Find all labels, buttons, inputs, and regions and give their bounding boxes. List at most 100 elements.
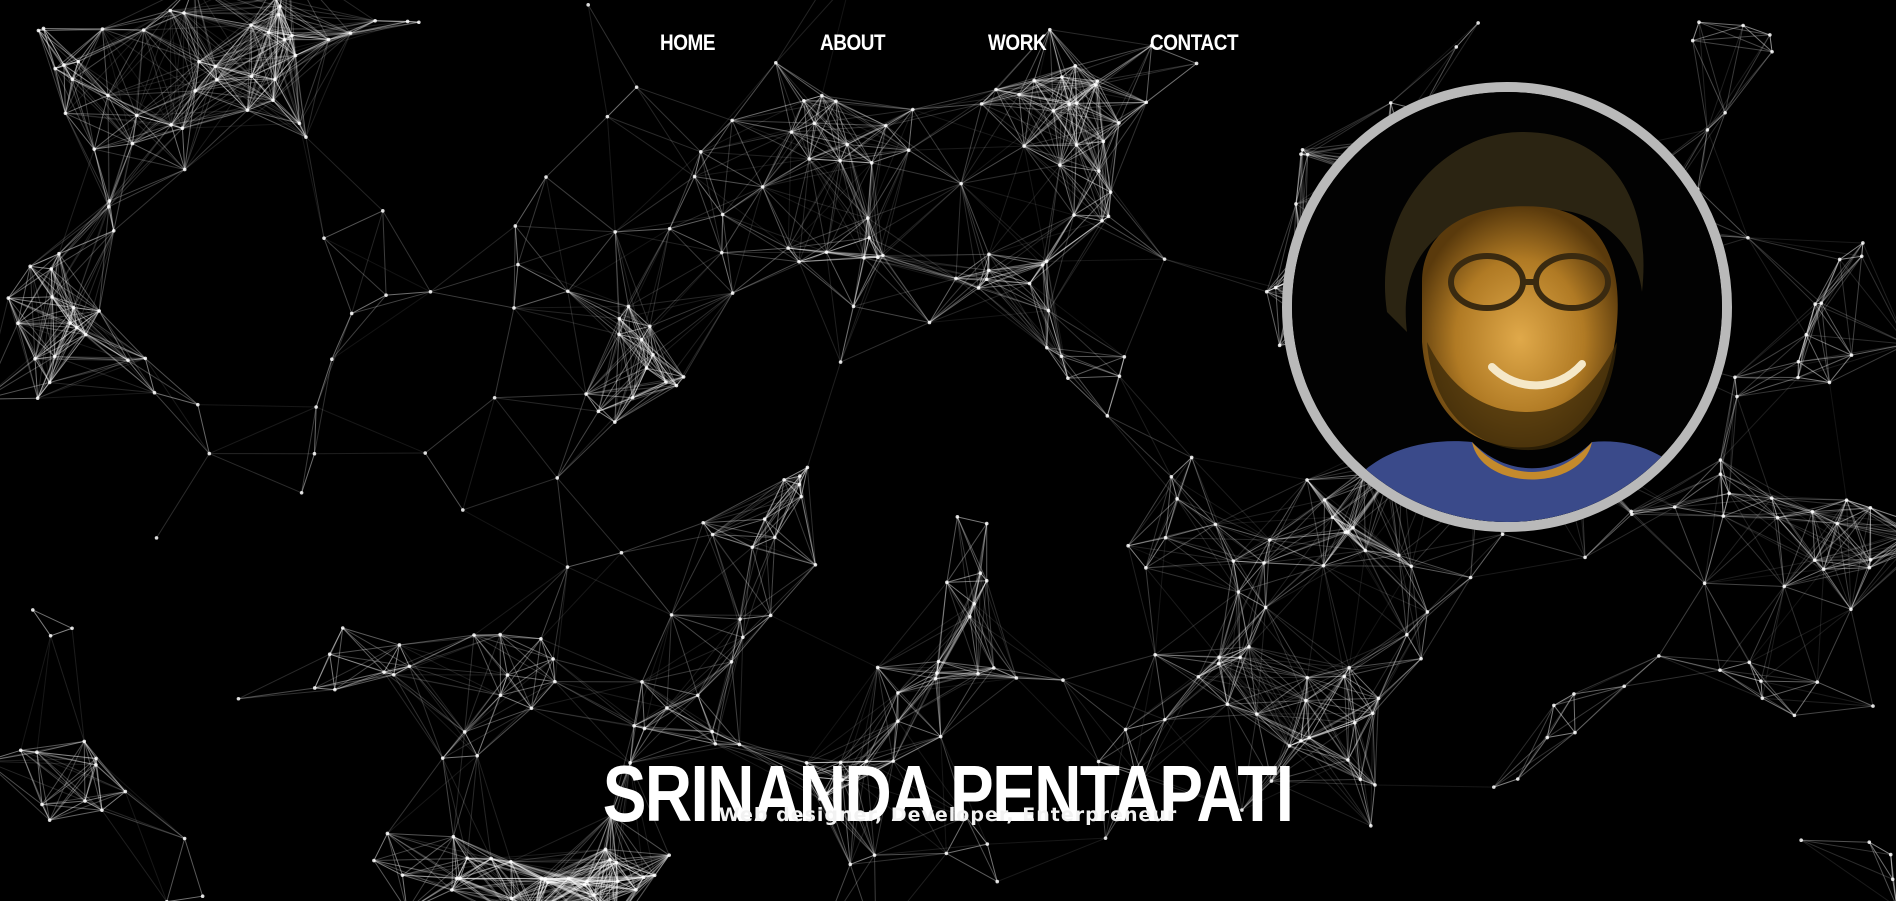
- network-link: [636, 86, 702, 153]
- network-link: [464, 694, 501, 733]
- network-node: [1500, 532, 1505, 537]
- network-link: [1323, 565, 1408, 636]
- network-node: [509, 896, 514, 901]
- network-node: [134, 113, 139, 118]
- network-node: [639, 337, 644, 342]
- network-link: [867, 183, 962, 219]
- network-node: [615, 879, 620, 884]
- network-node: [53, 66, 58, 71]
- network-link: [731, 62, 777, 121]
- network-node: [1760, 696, 1765, 701]
- network-link: [144, 358, 210, 454]
- network-node: [1718, 472, 1723, 476]
- network-node: [987, 268, 991, 273]
- network-node: [1867, 565, 1872, 570]
- network-node: [249, 74, 254, 79]
- network-node: [768, 613, 773, 618]
- network-node: [498, 693, 503, 698]
- network-node: [1782, 584, 1787, 589]
- network-node: [1267, 538, 1272, 542]
- network-node: [271, 98, 275, 103]
- network-node: [867, 235, 871, 240]
- network-link: [209, 453, 302, 494]
- network-node: [47, 380, 52, 385]
- network-node: [154, 536, 159, 540]
- network-node: [632, 723, 636, 728]
- network-link: [1805, 255, 1863, 335]
- network-node: [872, 853, 877, 857]
- network-node: [617, 316, 622, 321]
- network-node: [938, 734, 943, 739]
- network-link: [73, 230, 115, 308]
- network-node: [967, 614, 972, 619]
- network-link: [1658, 582, 1706, 657]
- network-link: [1106, 415, 1178, 500]
- network-link: [556, 477, 622, 554]
- network-node: [312, 686, 317, 690]
- network-link: [697, 636, 744, 696]
- network-node: [1746, 235, 1750, 240]
- network-node: [667, 226, 672, 231]
- network-link: [607, 86, 637, 118]
- network-link: [908, 89, 997, 151]
- network-link: [382, 210, 387, 296]
- network-link: [799, 476, 816, 565]
- network-link: [430, 264, 519, 293]
- network-node: [592, 893, 596, 898]
- network-node: [1419, 656, 1423, 661]
- network-link: [714, 637, 744, 744]
- network-node: [1074, 143, 1079, 147]
- network-node: [1022, 144, 1026, 148]
- network-link: [1722, 515, 1785, 587]
- network-node: [984, 277, 989, 282]
- nav-contact-link[interactable]: CONTACT: [1150, 30, 1239, 56]
- network-node: [513, 224, 518, 228]
- network-link: [1734, 302, 1822, 378]
- network-node: [543, 877, 548, 881]
- network-link: [1067, 377, 1108, 417]
- network-node: [640, 680, 644, 684]
- network-node: [1476, 21, 1480, 25]
- network-link: [986, 278, 1049, 312]
- nav-work-link[interactable]: WORK: [988, 30, 1047, 56]
- network-link: [499, 634, 508, 676]
- network-node: [984, 521, 989, 526]
- network-link: [721, 251, 827, 254]
- network-node: [720, 212, 725, 217]
- network-node: [798, 474, 802, 478]
- network-node: [1702, 581, 1707, 585]
- network-link: [700, 120, 733, 153]
- nav-about-link[interactable]: ABOUT: [820, 30, 886, 56]
- network-node: [349, 311, 354, 316]
- network-link: [315, 313, 353, 408]
- network-link: [513, 307, 587, 395]
- network-node: [603, 847, 608, 852]
- network-node: [180, 126, 185, 131]
- network-link: [1110, 191, 1165, 260]
- network-node: [111, 228, 116, 233]
- network-node: [1371, 711, 1375, 716]
- network-node: [1672, 505, 1677, 509]
- network-node: [881, 253, 885, 258]
- network-node: [750, 545, 755, 550]
- network-link: [1851, 242, 1864, 356]
- network-link: [671, 534, 714, 616]
- network-node: [812, 121, 817, 126]
- network-node: [834, 99, 838, 103]
- network-node: [613, 420, 617, 424]
- network-node: [1397, 553, 1401, 558]
- network-link: [666, 614, 673, 708]
- network-node: [1705, 128, 1710, 132]
- network-link: [1061, 355, 1108, 417]
- network-node: [327, 652, 332, 656]
- network-node: [245, 108, 250, 113]
- network-link: [494, 397, 558, 479]
- network-link: [1323, 554, 1399, 567]
- network-link: [849, 864, 864, 901]
- network-link: [929, 287, 979, 323]
- network-node: [619, 550, 624, 555]
- network-node: [461, 508, 465, 512]
- network-node: [1299, 739, 1303, 743]
- network-node: [906, 148, 911, 153]
- nav-home-link[interactable]: HOME: [660, 30, 715, 56]
